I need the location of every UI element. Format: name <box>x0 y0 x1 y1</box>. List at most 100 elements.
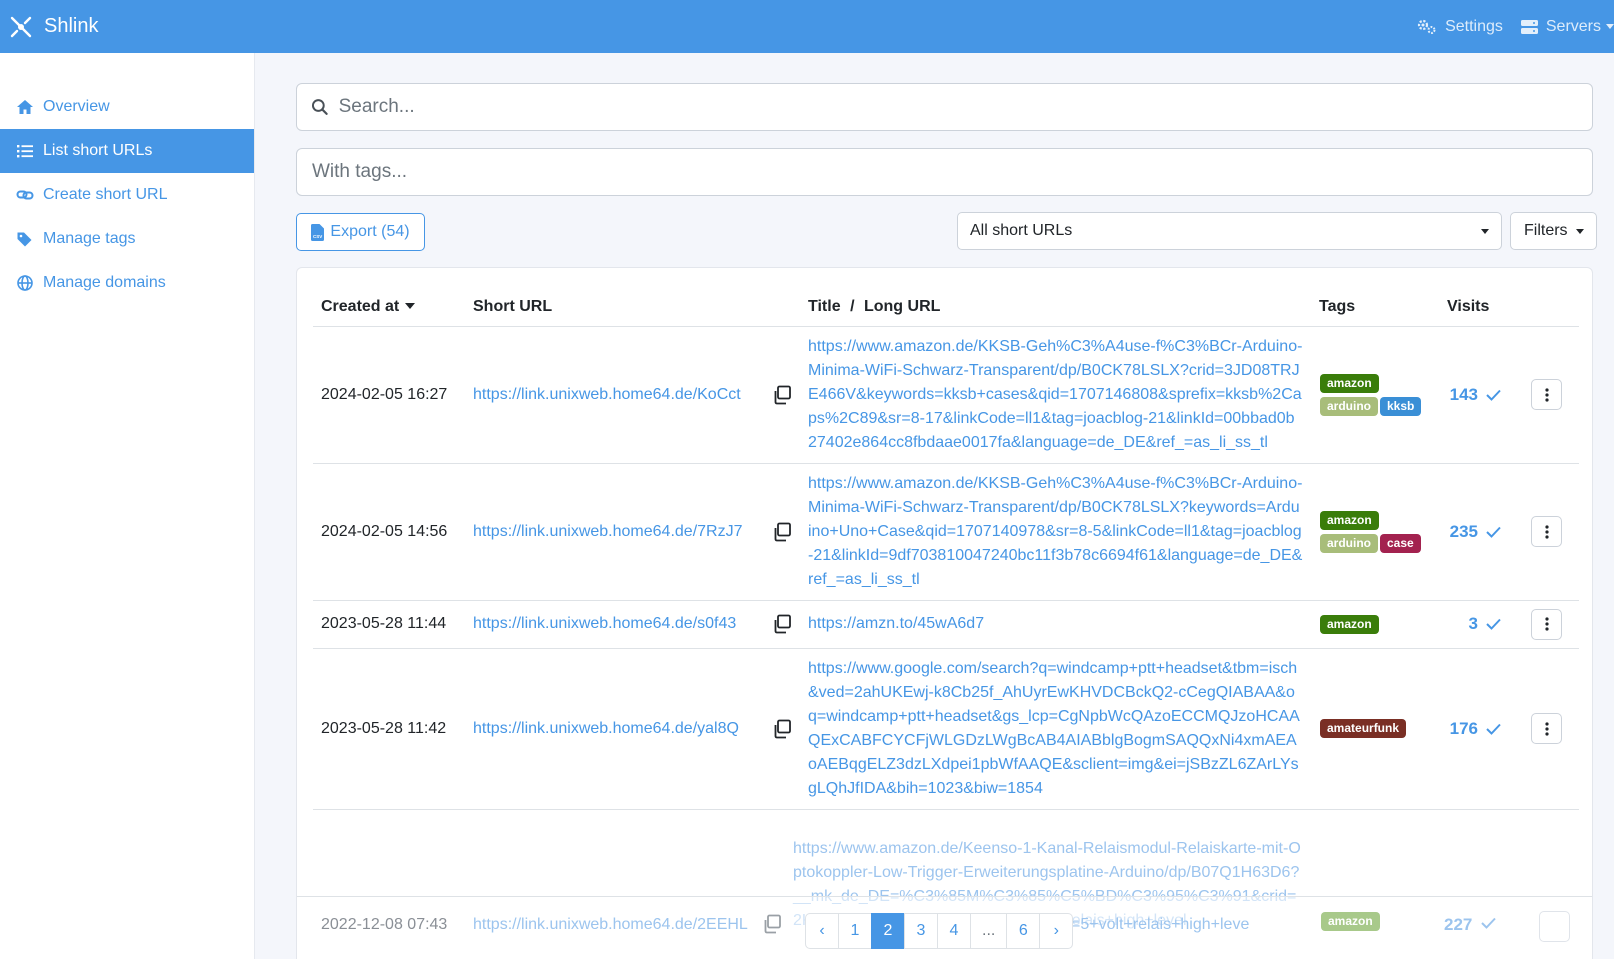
sidebar-item-create-short-url[interactable]: Create short URL <box>0 173 254 217</box>
copy-icon[interactable] <box>772 522 792 542</box>
table-header-row: Created at Short URL Title / Long URL Ta… <box>313 280 1579 327</box>
header-label: Created at <box>321 297 400 315</box>
tag-badge[interactable]: amazon <box>1320 614 1379 634</box>
header-title[interactable]: Title <box>808 298 841 315</box>
row-actions-button[interactable] <box>1531 608 1562 640</box>
row-visits-cell: 235 <box>1439 463 1509 601</box>
row-visits[interactable]: 3 <box>1469 614 1478 634</box>
row-actions-button[interactable] <box>1539 911 1570 942</box>
top-navbar: Shlink Settings Servers <box>0 0 1614 53</box>
row-long-url-tail[interactable]: fix=5+volt+relais+high+leve <box>1055 916 1249 934</box>
row-visits[interactable]: 227 <box>1444 915 1472 935</box>
header-short-url[interactable]: Short URL <box>465 280 800 327</box>
copy-icon[interactable] <box>772 385 792 405</box>
filters-dropdown[interactable]: Filters <box>1510 212 1597 250</box>
sidebar-item-label: List short URLs <box>43 142 153 159</box>
tags-filter-box <box>296 148 1593 196</box>
check-icon <box>1486 723 1501 735</box>
search-input[interactable] <box>338 96 1592 118</box>
settings-link[interactable]: Settings <box>1417 18 1503 36</box>
tag-badge[interactable]: arduino <box>1320 396 1378 416</box>
row-tags: amazon arduino case <box>1311 463 1439 601</box>
pagination-ellipsis: ... <box>970 913 1008 949</box>
copy-icon[interactable] <box>762 914 782 934</box>
row-short-url[interactable]: https://link.unixweb.home64.de/s0f43 <box>473 615 736 633</box>
row-tags: amazon <box>1311 600 1439 649</box>
pagination-next-button[interactable]: › <box>1039 913 1074 949</box>
brand-logo[interactable]: Shlink <box>0 0 98 53</box>
sidebar-item-manage-domains[interactable]: Manage domains <box>0 261 254 305</box>
pagination-prev-button[interactable]: ‹ <box>805 913 839 949</box>
gears-icon <box>1417 19 1436 34</box>
row-actions-button[interactable] <box>1531 516 1562 547</box>
row-visits[interactable]: 235 <box>1450 522 1478 542</box>
ellipsis-vertical-icon <box>1544 524 1549 539</box>
header-created-at[interactable]: Created at <box>313 280 465 327</box>
tag-badge[interactable]: amateurfunk <box>1320 719 1407 738</box>
sidebar-item-label: Manage tags <box>43 230 136 247</box>
header-title-long-url: Title / Long URL <box>800 280 1311 327</box>
row-short-url[interactable]: https://link.unixweb.home64.de/KoCct <box>473 386 741 404</box>
copy-icon[interactable] <box>772 614 792 634</box>
tag-badge[interactable]: case <box>1380 533 1421 553</box>
tags-filter-input[interactable] <box>312 161 1592 183</box>
row-visits[interactable]: 176 <box>1450 719 1478 739</box>
created-at-text: 2024-02-05 14:56 <box>321 522 448 540</box>
row-long-url[interactable]: https://www.amazon.de/KKSB-Geh%C3%A4use-… <box>808 335 1303 455</box>
tag-badge[interactable]: kksb <box>1380 396 1422 416</box>
row-short-url[interactable]: https://link.unixweb.home64.de/2EEHL <box>473 916 748 934</box>
pagination-page-2[interactable]: 2 <box>871 913 905 949</box>
pagination-page-1[interactable]: 1 <box>838 913 872 949</box>
tag-badge[interactable]: amazon <box>1321 912 1380 931</box>
list-icon <box>17 145 33 158</box>
row-long-url[interactable]: https://www.amazon.de/KKSB-Geh%C3%A4use-… <box>808 472 1303 592</box>
csv-file-icon: CSV <box>311 223 325 241</box>
row-actions-cell <box>1509 463 1579 601</box>
row-created-at: 2023-05-28 11:42 <box>313 648 465 810</box>
sidebar: Overview List short URLs Create short UR… <box>0 53 255 959</box>
row-actions-cell <box>1509 326 1579 464</box>
check-icon <box>1486 618 1501 630</box>
header-separator: / <box>850 297 855 315</box>
servers-label: Servers <box>1545 17 1601 35</box>
export-button[interactable]: CSV Export (54) <box>296 213 425 251</box>
pagination-page-6[interactable]: 6 <box>1006 913 1041 949</box>
caret-down-icon <box>1576 229 1584 234</box>
header-long-url[interactable]: Long URL <box>864 298 940 315</box>
row-long-url[interactable]: https://amzn.to/45wA6d7 <box>808 612 1303 636</box>
header-actions <box>1509 280 1579 327</box>
sidebar-item-overview[interactable]: Overview <box>0 85 254 129</box>
row-short-url[interactable]: https://link.unixweb.home64.de/7RzJ7 <box>473 523 742 541</box>
servers-dropdown[interactable]: Servers <box>1520 17 1614 36</box>
row-long-url[interactable]: https://www.google.com/search?q=windcamp… <box>808 657 1303 801</box>
sidebar-item-label: Overview <box>43 98 110 115</box>
header-label: Tags <box>1319 297 1356 315</box>
caret-down-icon <box>1481 229 1489 234</box>
sidebar-item-list-short-urls[interactable]: List short URLs <box>0 129 254 173</box>
row-visits-cell: 143 <box>1439 326 1509 464</box>
row-actions-button[interactable] <box>1531 713 1562 744</box>
tag-badge[interactable]: arduino <box>1320 533 1378 553</box>
row-short-url[interactable]: https://link.unixweb.home64.de/yal8Q <box>473 720 739 738</box>
row-created-at: 2024-02-05 16:27 <box>313 326 465 464</box>
row-actions-button[interactable] <box>1531 379 1562 410</box>
sidebar-item-label: Create short URL <box>43 186 168 203</box>
link-icon <box>16 190 34 200</box>
copy-icon[interactable] <box>772 719 792 739</box>
short-urls-type-select[interactable]: All short URLs <box>957 212 1502 250</box>
pagination-page-3[interactable]: 3 <box>904 913 938 949</box>
row-visits[interactable]: 143 <box>1450 385 1478 405</box>
row-short-url-cell: https://link.unixweb.home64.de/s0f43 <box>465 600 800 649</box>
header-tags: Tags <box>1311 280 1439 327</box>
header-visits[interactable]: Visits <box>1439 280 1509 327</box>
short-urls-table: Created at Short URL Title / Long URL Ta… <box>313 280 1579 810</box>
tag-badge[interactable]: amazon <box>1320 373 1379 393</box>
tag-badge[interactable]: amazon <box>1320 510 1379 530</box>
row-actions-cell <box>1509 600 1579 649</box>
svg-text:CSV: CSV <box>313 234 322 239</box>
sidebar-item-label: Manage domains <box>43 274 166 291</box>
export-label: Export (54) <box>330 223 410 240</box>
sidebar-item-manage-tags[interactable]: Manage tags <box>0 217 254 261</box>
pagination-page-4[interactable]: 4 <box>937 913 971 949</box>
sort-desc-icon <box>405 303 416 310</box>
